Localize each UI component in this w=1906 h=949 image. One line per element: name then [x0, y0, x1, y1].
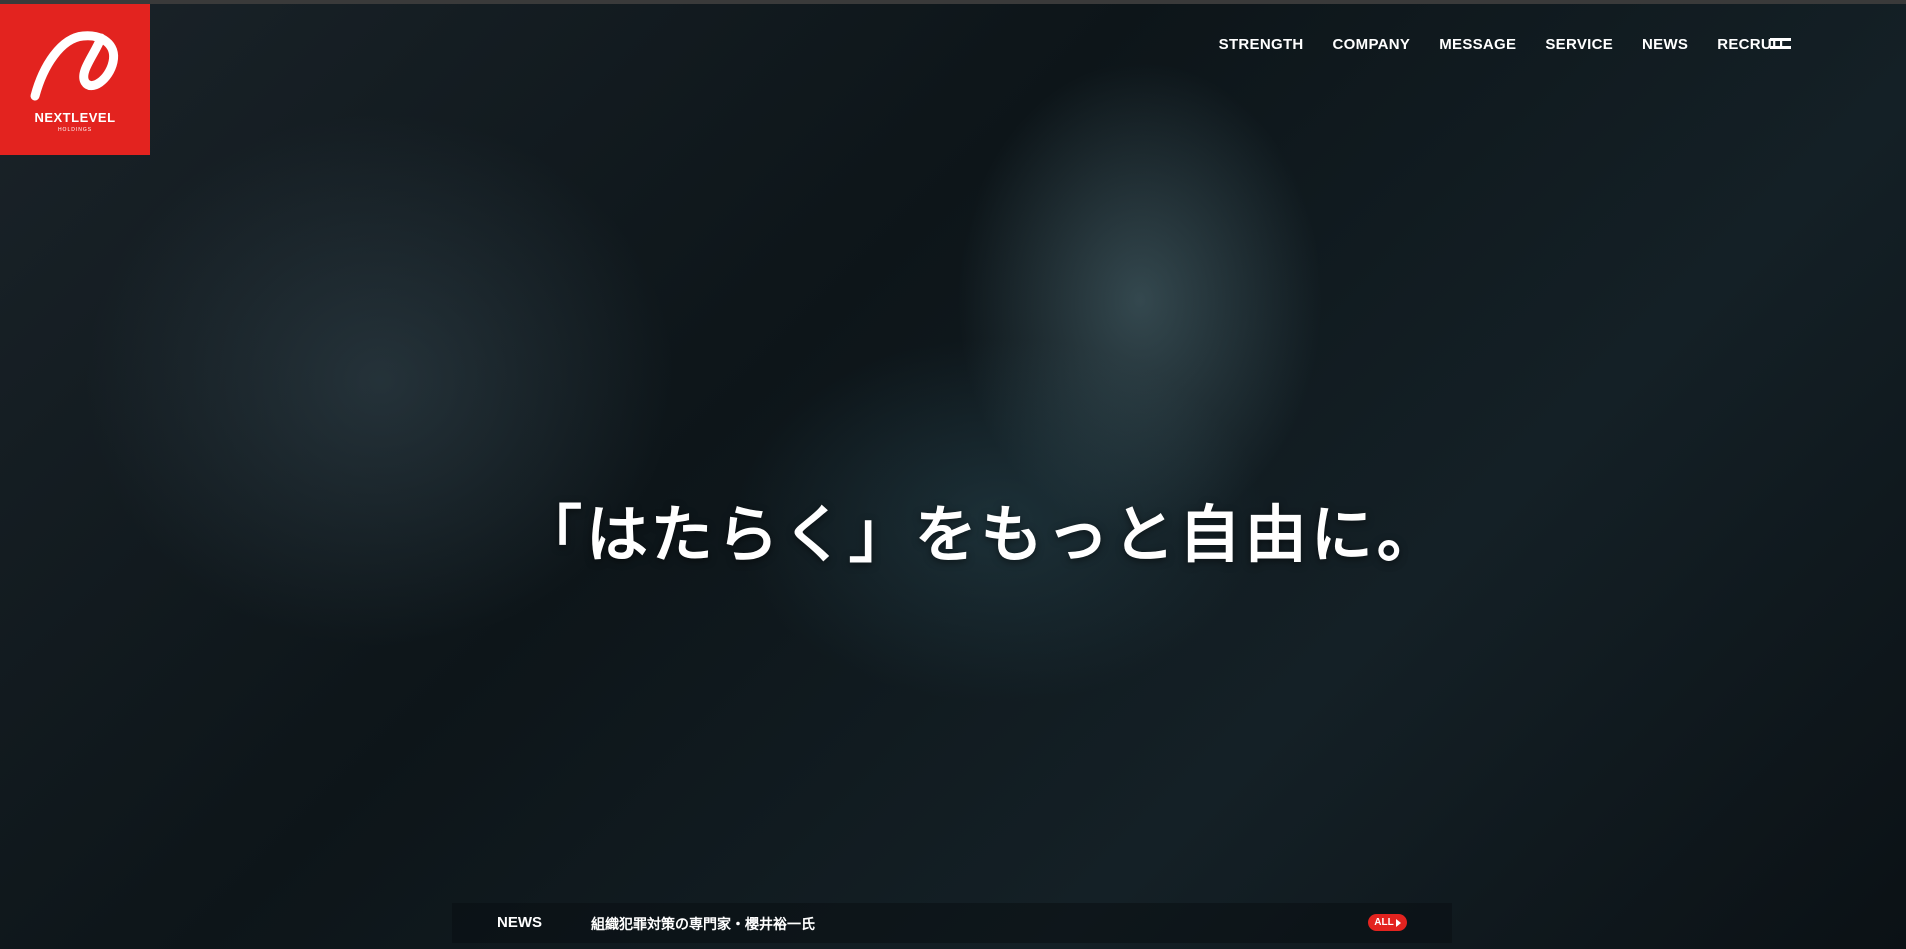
news-label: NEWS	[497, 914, 542, 931]
logo-text: NEXTLEVEL	[34, 110, 116, 125]
hero-headline: 「はたらく」をもっと自由に。	[520, 497, 1443, 571]
nav-item-message[interactable]: MESSAGE	[1439, 36, 1516, 53]
top-border	[0, 0, 1906, 4]
all-news-button[interactable]: ALL	[1368, 914, 1407, 931]
hamburger-line	[1770, 38, 1791, 41]
logo[interactable]: NEXTLEVEL HOLDINGS	[0, 4, 150, 155]
nav-item-company[interactable]: COMPANY	[1333, 36, 1411, 53]
nav-item-service[interactable]: SERVICE	[1545, 36, 1613, 53]
hero-background	[0, 0, 1906, 949]
arrow-right-icon	[1395, 918, 1401, 927]
main-nav: STRENGTH COMPANY MESSAGE SERVICE NEWS RE…	[1219, 36, 1786, 53]
nav-item-strength[interactable]: STRENGTH	[1219, 36, 1304, 53]
logo-subtext: HOLDINGS	[57, 127, 93, 133]
hamburger-icon[interactable]	[1770, 38, 1791, 52]
hamburger-line	[1770, 46, 1791, 49]
all-news-label: ALL	[1374, 917, 1394, 928]
logo-mark-icon	[30, 31, 119, 101]
news-item-link[interactable]: 組織犯罪対策の専門家・櫻井裕一氏	[591, 914, 815, 934]
nav-item-news[interactable]: NEWS	[1642, 36, 1688, 53]
